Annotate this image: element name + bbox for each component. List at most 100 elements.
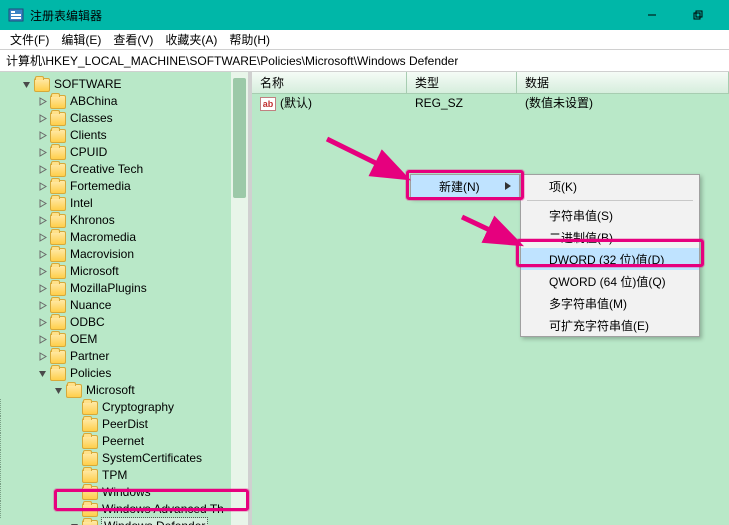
list-body[interactable]: ab(默认) REG_SZ (数值未设置) [252, 94, 729, 112]
minimize-button[interactable] [629, 0, 675, 30]
tree-label: CPUID [70, 144, 107, 161]
menu-item[interactable]: QWORD (64 位)值(Q) [521, 270, 699, 292]
tree-label: Nuance [70, 297, 111, 314]
tree-item[interactable]: Windows Advanced Th [6, 501, 248, 518]
menu-favorites[interactable]: 收藏夹(A) [159, 30, 223, 50]
folder-icon [82, 469, 98, 483]
address-bar[interactable]: 计算机\HKEY_LOCAL_MACHINE\SOFTWARE\Policies… [0, 50, 729, 72]
chevron-right-icon[interactable] [36, 96, 48, 108]
chevron-right-icon[interactable] [36, 147, 48, 159]
menu-item[interactable]: 多字符串值(M) [521, 292, 699, 314]
tree-label: Intel [70, 195, 93, 212]
list-row[interactable]: ab(默认) REG_SZ (数值未设置) [252, 94, 729, 112]
tree-item[interactable]: Peernet [6, 433, 248, 450]
tree-item[interactable]: CPUID [6, 144, 248, 161]
tree-item[interactable]: Clients [6, 127, 248, 144]
tree-item[interactable]: PeerDist [6, 416, 248, 433]
chevron-down-icon[interactable] [20, 79, 32, 91]
menu-help[interactable]: 帮助(H) [223, 30, 276, 50]
spacer [68, 453, 80, 465]
folder-icon [50, 333, 66, 347]
tree-item[interactable]: SystemCertificates [6, 450, 248, 467]
tree-label: Peernet [102, 433, 144, 450]
menu-item[interactable]: 项(K) [521, 175, 699, 197]
tree-item-microsoft[interactable]: Microsoft [6, 382, 248, 399]
tree-item-windows-defender[interactable]: Windows Defender [6, 518, 248, 525]
folder-icon [82, 503, 98, 517]
scrollbar-thumb[interactable] [233, 78, 246, 198]
chevron-right-icon[interactable] [36, 215, 48, 227]
chevron-right-icon[interactable] [36, 334, 48, 346]
spacer [68, 470, 80, 482]
folder-icon [50, 146, 66, 160]
menu-item[interactable]: 字符串值(S) [521, 204, 699, 226]
tree-label: Partner [70, 348, 109, 365]
menu-item-label: 项(K) [549, 178, 577, 195]
folder-icon [82, 520, 98, 525]
tree-label: Khronos [70, 212, 115, 229]
menu-item-new[interactable]: 新建(N) [411, 175, 519, 197]
col-data[interactable]: 数据 [517, 72, 729, 93]
tree-item[interactable]: Classes [6, 110, 248, 127]
chevron-right-icon[interactable] [36, 113, 48, 125]
menu-item[interactable]: 可扩充字符串值(E) [521, 314, 699, 336]
chevron-right-icon[interactable] [36, 300, 48, 312]
tree-label: OEM [70, 331, 97, 348]
tree-item[interactable]: OEM [6, 331, 248, 348]
tree-label: Cryptography [102, 399, 174, 416]
tree-item[interactable]: Partner [6, 348, 248, 365]
spacer [68, 436, 80, 448]
tree-label: Policies [70, 365, 111, 382]
tree-item[interactable]: Cryptography [6, 399, 248, 416]
menu-item[interactable]: 二进制值(B) [521, 226, 699, 248]
chevron-right-icon[interactable] [36, 198, 48, 210]
chevron-right-icon[interactable] [36, 232, 48, 244]
tree-item[interactable]: Creative Tech [6, 161, 248, 178]
tree-label: Windows [102, 484, 151, 501]
tree-item-policies[interactable]: Policies [6, 365, 248, 382]
tree-item[interactable]: Khronos [6, 212, 248, 229]
chevron-down-icon[interactable] [68, 521, 80, 525]
main-area: SOFTWARE ABChinaClassesClientsCPUIDCreat… [0, 72, 729, 525]
tree-item[interactable]: ABChina [6, 93, 248, 110]
context-submenu[interactable]: 项(K) 字符串值(S)二进制值(B)DWORD (32 位)值(D) QWORD … [520, 174, 700, 337]
context-menu[interactable]: 新建(N) [410, 174, 520, 198]
folder-icon [50, 197, 66, 211]
tree-item[interactable]: Macrovision [6, 246, 248, 263]
chevron-right-icon[interactable] [36, 130, 48, 142]
col-type[interactable]: 类型 [407, 72, 517, 93]
chevron-right-icon[interactable] [36, 317, 48, 329]
chevron-right-icon[interactable] [36, 249, 48, 261]
chevron-right-icon[interactable] [36, 181, 48, 193]
menu-file[interactable]: 文件(F) [4, 30, 55, 50]
tree-item[interactable]: Nuance [6, 297, 248, 314]
menu-item[interactable]: DWORD (32 位)值(D) [521, 248, 699, 270]
tree-item[interactable]: Windows [6, 484, 248, 501]
chevron-down-icon[interactable] [36, 368, 48, 380]
tree-item[interactable]: ODBC [6, 314, 248, 331]
restore-button[interactable] [675, 0, 721, 30]
tree-item[interactable]: Fortemedia [6, 178, 248, 195]
tree-item[interactable]: Macromedia [6, 229, 248, 246]
chevron-right-icon[interactable] [36, 283, 48, 295]
folder-icon [82, 418, 98, 432]
tree-item-software[interactable]: SOFTWARE [6, 76, 248, 93]
menu-view[interactable]: 查看(V) [107, 30, 159, 50]
tree-item[interactable]: Intel [6, 195, 248, 212]
tree-item[interactable]: Microsoft [6, 263, 248, 280]
tree-item[interactable]: TPM [6, 467, 248, 484]
menu-edit[interactable]: 编辑(E) [55, 30, 107, 50]
tree-scrollbar[interactable] [231, 72, 248, 525]
title-bar: 注册表编辑器 [0, 0, 729, 30]
tree-item[interactable]: MozillaPlugins [6, 280, 248, 297]
col-name[interactable]: 名称 [252, 72, 407, 93]
spacer [68, 504, 80, 516]
spacer [68, 487, 80, 499]
folder-icon [82, 435, 98, 449]
registry-tree[interactable]: SOFTWARE ABChinaClassesClientsCPUIDCreat… [0, 72, 248, 525]
chevron-down-icon[interactable] [52, 385, 64, 397]
chevron-right-icon[interactable] [36, 164, 48, 176]
chevron-right-icon[interactable] [36, 266, 48, 278]
menu-item-label: QWORD (64 位)值(Q) [549, 273, 666, 290]
chevron-right-icon[interactable] [36, 351, 48, 363]
